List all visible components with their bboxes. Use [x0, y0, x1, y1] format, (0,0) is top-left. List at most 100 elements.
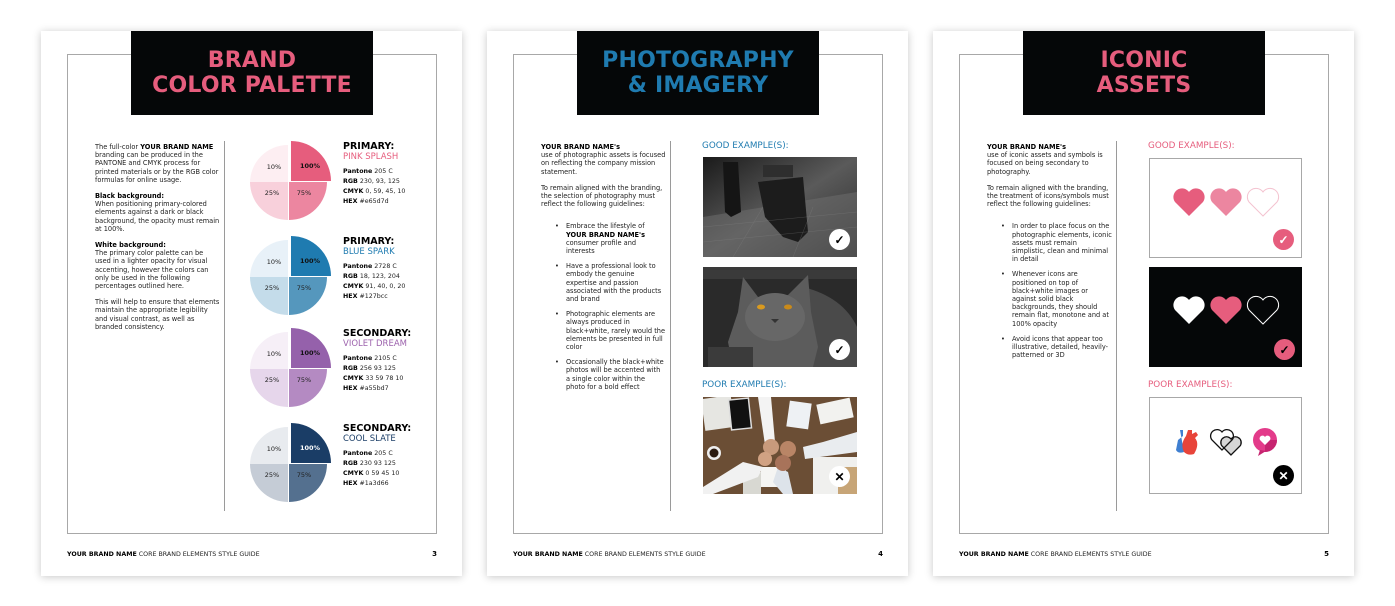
check-icon: ✓ — [829, 229, 850, 250]
palette-description: The full-color YOUR BRAND NAME branding … — [95, 143, 220, 339]
intro-pre: The full-color — [95, 143, 141, 151]
swatch-info: SECONDARY: VIOLET DREAM Pantone 2105 C RGB … — [343, 328, 463, 394]
spec-value: #127bcc — [359, 293, 388, 300]
tint-label: 25% — [264, 471, 280, 479]
closing-paragraph: This will help to ensure that elements m… — [95, 298, 220, 331]
spec-value: 230 93 125 — [359, 460, 396, 467]
spec-label: HEX — [343, 293, 358, 300]
tint-label: 100% — [299, 257, 321, 265]
page-title: PHOTOGRAPHY & IMAGERY — [577, 31, 819, 115]
tint-label: 25% — [264, 284, 280, 292]
tint-25-quadrant: 25% — [250, 464, 288, 502]
good-example-black-box: ✓ — [1149, 267, 1302, 367]
guidelines-list: Embrace the lifestyle of YOUR BRAND NAME… — [541, 222, 666, 391]
spec-label: Pantone — [343, 355, 373, 362]
swatch-pantone: Pantone 205 C — [343, 449, 463, 459]
spec-value: 0, 59, 45, 10 — [365, 188, 406, 195]
tint-label: 25% — [264, 189, 280, 197]
spec-value: 33 59 78 10 — [365, 375, 404, 382]
swatch-cmyk: CMYK 0 59 45 10 — [343, 469, 463, 479]
swatch-kind: PRIMARY: — [343, 141, 395, 152]
anatomical-heart-icon — [1175, 430, 1198, 455]
tint-100-quadrant: 100% — [291, 141, 331, 181]
title-line-1: PHOTOGRAPHY — [602, 48, 794, 73]
spec-value: 0 59 45 10 — [365, 470, 400, 477]
guideline-text: Embrace the lifestyle of — [566, 222, 645, 231]
swatch-pantone: Pantone 2728 C — [343, 262, 463, 272]
white-bg-heading: White background: — [95, 241, 166, 250]
column-divider — [1116, 141, 1117, 511]
tint-label: 25% — [264, 376, 280, 384]
tint-75-quadrant: 75% — [289, 369, 327, 407]
swatch-hex: HEX #a55bd7 — [343, 384, 463, 394]
check-icon: ✓ — [1273, 229, 1294, 250]
swatch-rgb: RGB 230 93 125 — [343, 459, 463, 469]
spec-value: 205 C — [374, 168, 393, 175]
swatch-name: PINK SPLASH — [343, 152, 399, 162]
swatch-rgb: RGB 18, 123, 204 — [343, 272, 463, 282]
tint-10-quadrant: 10% — [250, 332, 288, 370]
swatch-info: PRIMARY: PINK SPLASH Pantone 205 C RGB 230,… — [343, 141, 463, 207]
footer-brand: YOUR BRAND NAME — [513, 550, 583, 558]
column-divider — [670, 141, 671, 511]
fist-bump-color-photo: ✕ — [703, 397, 857, 494]
spec-value: 2728 C — [374, 263, 397, 270]
tint-75-quadrant: 75% — [289, 182, 327, 220]
tint-10-quadrant: 10% — [250, 145, 288, 183]
spec-label: CMYK — [343, 188, 364, 195]
page-number: 3 — [432, 550, 437, 558]
spec-value: #a55bd7 — [359, 385, 389, 392]
swatch-info: PRIMARY: BLUE SPARK Pantone 2728 C RGB 18, … — [343, 236, 463, 302]
footer-guide-title: CORE BRAND ELEMENTS STYLE GUIDE — [1030, 550, 1152, 558]
tint-pie: 10% 100% 25% 75% — [249, 236, 331, 316]
intro-text: use of photographic assets is focused on… — [541, 151, 666, 176]
footer-brand: YOUR BRAND NAME — [959, 550, 1029, 558]
color-swatch: 10% 100% 25% 75% SECONDARY: VIOLET DREAM Panto… — [249, 328, 459, 408]
page-number: 5 — [1324, 550, 1329, 558]
footer-guide-title: CORE BRAND ELEMENTS STYLE GUIDE — [584, 550, 706, 558]
white-bg-text: The primary color palette can be used in… — [95, 249, 209, 291]
intro-post: branding can be produced in the PANTONE … — [95, 151, 219, 184]
tint-pie: 10% 100% 25% 75% — [249, 141, 331, 221]
spec-label: CMYK — [343, 283, 364, 290]
swatch-hex: HEX #e65d7d — [343, 197, 463, 207]
heart-icons-row — [1149, 295, 1302, 325]
tint-label: 100% — [299, 162, 321, 170]
swatch-rgb: RGB 256 93 125 — [343, 364, 463, 374]
tint-25-quadrant: 25% — [250, 182, 288, 220]
guidelines-list: In order to place focus on the photograp… — [987, 222, 1112, 359]
outline-heart-icon — [1246, 295, 1279, 325]
tint-75-quadrant: 75% — [289, 277, 327, 315]
tint-100-quadrant: 100% — [291, 423, 331, 463]
black-background-paragraph: Black background: When positioning primar… — [95, 192, 220, 233]
good-examples-label: GOOD EXAMPLE(S): — [1148, 141, 1235, 151]
spec-value: 205 C — [374, 450, 393, 457]
white-heart-icon — [1172, 296, 1205, 324]
footer-title: YOUR BRAND NAME CORE BRAND ELEMENTS STYL… — [959, 551, 1152, 558]
spec-label: RGB — [343, 178, 358, 185]
footer-brand: YOUR BRAND NAME — [67, 550, 137, 558]
tint-label: 10% — [266, 258, 282, 266]
poor-example-box: ✕ — [1149, 397, 1302, 494]
check-icon: ✓ — [829, 339, 850, 360]
tint-100-quadrant: 100% — [291, 236, 331, 276]
color-swatch: 10% 100% 25% 75% PRIMARY: PINK SPLASH Pantone … — [249, 141, 459, 221]
solid-heart-icon — [1172, 188, 1205, 216]
tinted-heart-icon — [1209, 188, 1242, 216]
spec-value: 230, 93, 125 — [359, 178, 400, 185]
guideline-item: Have a professional look to embody the g… — [541, 262, 666, 303]
heart-icons-row — [1150, 187, 1301, 217]
color-swatch: 10% 100% 25% 75% SECONDARY: COOL SLATE Pantone… — [249, 423, 459, 503]
tint-label: 75% — [296, 284, 312, 292]
footer-title: YOUR BRAND NAME CORE BRAND ELEMENTS STYL… — [67, 551, 260, 558]
guideline-text: consumer profile and interests — [566, 238, 637, 256]
guideline-item: Photographic elements are always produce… — [541, 310, 666, 351]
spec-value: #e65d7d — [359, 198, 389, 205]
swatch-name: VIOLET DREAM — [343, 339, 407, 349]
swatch-pantone: Pantone 205 C — [343, 167, 463, 177]
swatch-info: SECONDARY: COOL SLATE Pantone 205 C RGB 230… — [343, 423, 463, 489]
spec-label: HEX — [343, 480, 358, 487]
spec-label: CMYK — [343, 375, 364, 382]
tint-100-quadrant: 100% — [291, 328, 331, 368]
check-icon: ✓ — [1274, 339, 1295, 360]
